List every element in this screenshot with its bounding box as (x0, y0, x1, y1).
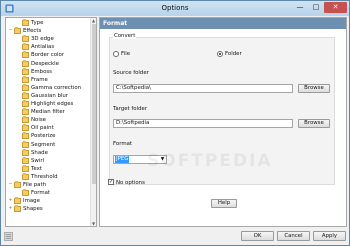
scroll-up-arrow-icon[interactable]: ▲ (91, 18, 96, 23)
folder-icon (22, 75, 29, 83)
tree-item-label: Image (23, 198, 40, 205)
folder-icon (22, 100, 29, 107)
tree-item-label: Noise (31, 117, 46, 124)
minimize-button[interactable]: — (292, 2, 308, 13)
tree-item-label: Oil paint (31, 125, 54, 132)
folder-icon (22, 51, 29, 59)
expand-icon[interactable]: + (8, 198, 13, 203)
source-browse-button[interactable]: Browse (298, 84, 330, 93)
tree-item-label: Shade (31, 149, 48, 156)
tree-item-label: Format (31, 190, 50, 197)
folder-icon (22, 132, 29, 140)
options-tree[interactable]: Type − Effects 3D edge Antialias Border color… (5, 17, 97, 227)
tree-item-label: Posterize (31, 133, 56, 140)
tree-item-label: Segment (31, 141, 56, 148)
app-grip-icon (4, 232, 13, 241)
collapse-icon[interactable]: − (8, 28, 13, 33)
folder-icon (14, 27, 21, 35)
dialog-footer: OK Cancel Apply (1, 229, 349, 246)
scroll-down-arrow-icon[interactable]: ▼ (91, 221, 96, 226)
tree-item-label: Effects (23, 28, 42, 35)
tree-item-label: Text (31, 165, 42, 172)
tree-item-label: Emboss (31, 68, 52, 75)
folder-icon (14, 181, 21, 188)
tree-item-label: Despeckle (31, 60, 59, 67)
format-label: Format (113, 141, 132, 147)
folder-icon (22, 164, 29, 172)
folder-icon (14, 205, 21, 213)
tree-item-label: Highlight edges (31, 101, 74, 107)
tree-item-label: Threshold (31, 173, 58, 180)
tree-item-label: 3D edge (31, 36, 54, 43)
panel-header: Format (100, 18, 346, 29)
folder-icon (22, 35, 29, 43)
cancel-button[interactable]: Cancel (277, 231, 310, 241)
help-button[interactable]: Help (211, 199, 237, 208)
folder-icon (22, 140, 29, 148)
tree-scrollbar[interactable]: ▲ ▼ (90, 18, 96, 226)
tree-item-label: Frame (31, 76, 48, 83)
folder-icon (22, 116, 29, 124)
convert-group: File Folder Source folder C:\Softpedia\ … (109, 37, 335, 185)
title-bar[interactable]: Options — □ ✕ (1, 1, 349, 16)
folder-icon (22, 83, 29, 91)
file-radio[interactable] (113, 51, 119, 57)
target-folder-input[interactable]: D:\Softpedia (113, 119, 293, 128)
folder-icon (22, 148, 29, 156)
folder-icon (22, 19, 29, 26)
folder-icon (22, 172, 29, 180)
file-radio-label[interactable]: File (121, 51, 130, 57)
close-button[interactable]: ✕ (324, 2, 347, 13)
source-folder-label: Source folder (113, 70, 149, 76)
format-select[interactable]: JPEG ▼ (113, 155, 167, 164)
tree-item-label: Gaussian blur (31, 92, 68, 99)
collapse-icon[interactable]: − (8, 182, 13, 187)
folder-icon (22, 108, 29, 116)
folder-icon (22, 43, 29, 51)
folder-icon (22, 156, 29, 164)
tree-item-label: Shapes (23, 206, 43, 213)
maximize-button[interactable]: □ (308, 2, 324, 13)
folder-icon (22, 91, 29, 99)
format-panel: Format File Folder Source folder C:\Soft… (99, 17, 347, 227)
target-folder-label: Target folder (113, 106, 148, 112)
expand-icon[interactable]: + (8, 206, 13, 211)
apply-button[interactable]: Apply (313, 231, 346, 241)
options-window: Options — □ ✕ Type − Effects 3D edge Antiali… (0, 0, 350, 246)
tree-item-label: Median filter (31, 109, 65, 116)
tree-item-label: Swirl (31, 157, 45, 164)
folder-icon (22, 189, 29, 197)
scroll-thumb[interactable] (92, 24, 96, 184)
no-options-checkbox[interactable]: ✓ (108, 179, 114, 185)
folder-icon (22, 124, 29, 132)
tree-item-label: Gamma correction (31, 84, 82, 91)
folder-icon (22, 59, 29, 67)
folder-radio-label[interactable]: Folder (225, 51, 242, 57)
tree-item-label: Border color (31, 52, 65, 59)
convert-group-label: Convert (113, 33, 137, 39)
folder-icon (22, 67, 29, 75)
tree-item-label: Type (31, 20, 44, 26)
source-folder-input[interactable]: C:\Softpedia\ (113, 84, 293, 93)
ok-button[interactable]: OK (241, 231, 274, 241)
chevron-down-icon[interactable]: ▼ (159, 156, 166, 163)
tree-item-label: Antialias (31, 44, 55, 51)
folder-radio[interactable] (217, 51, 223, 57)
tree-item-label: File path (23, 182, 46, 188)
format-select-value: JPEG (115, 156, 130, 163)
target-browse-button[interactable]: Browse (298, 119, 330, 128)
no-options-label[interactable]: No options (116, 180, 145, 186)
folder-icon (14, 197, 21, 205)
